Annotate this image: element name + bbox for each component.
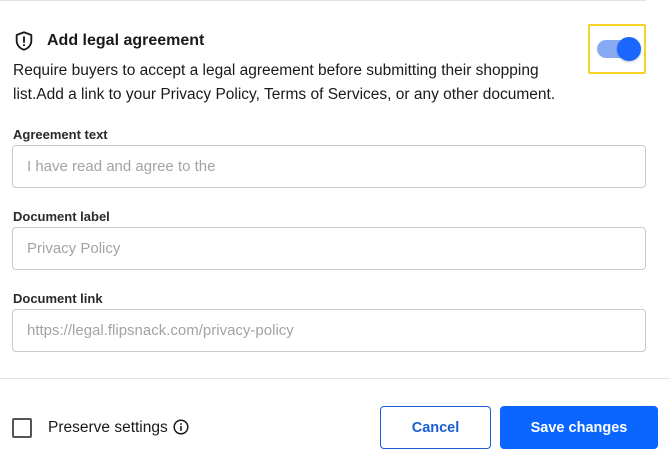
shield-alert-icon [15, 31, 33, 51]
preserve-settings-checkbox[interactable] [12, 418, 32, 438]
document-link-input[interactable] [12, 309, 646, 352]
toggle-track [597, 37, 641, 61]
bottom-divider [0, 378, 670, 379]
save-changes-button[interactable]: Save changes [500, 406, 658, 449]
agreement-text-input[interactable] [12, 145, 646, 188]
document-label-label: Document label [13, 209, 110, 224]
section-header: Add legal agreement [13, 30, 204, 52]
document-link-label: Document link [13, 291, 103, 306]
agreement-text-label: Agreement text [13, 127, 108, 142]
legal-agreement-toggle[interactable] [588, 24, 646, 74]
preserve-settings-label: Preserve settings [48, 419, 168, 436]
toggle-knob [617, 37, 641, 61]
top-divider [0, 0, 646, 1]
document-label-input[interactable] [12, 227, 646, 270]
section-description: Require buyers to accept a legal agreeme… [13, 62, 556, 103]
cancel-button[interactable]: Cancel [380, 406, 491, 449]
info-icon[interactable] [173, 419, 189, 435]
section-title: Add legal agreement [47, 32, 205, 49]
